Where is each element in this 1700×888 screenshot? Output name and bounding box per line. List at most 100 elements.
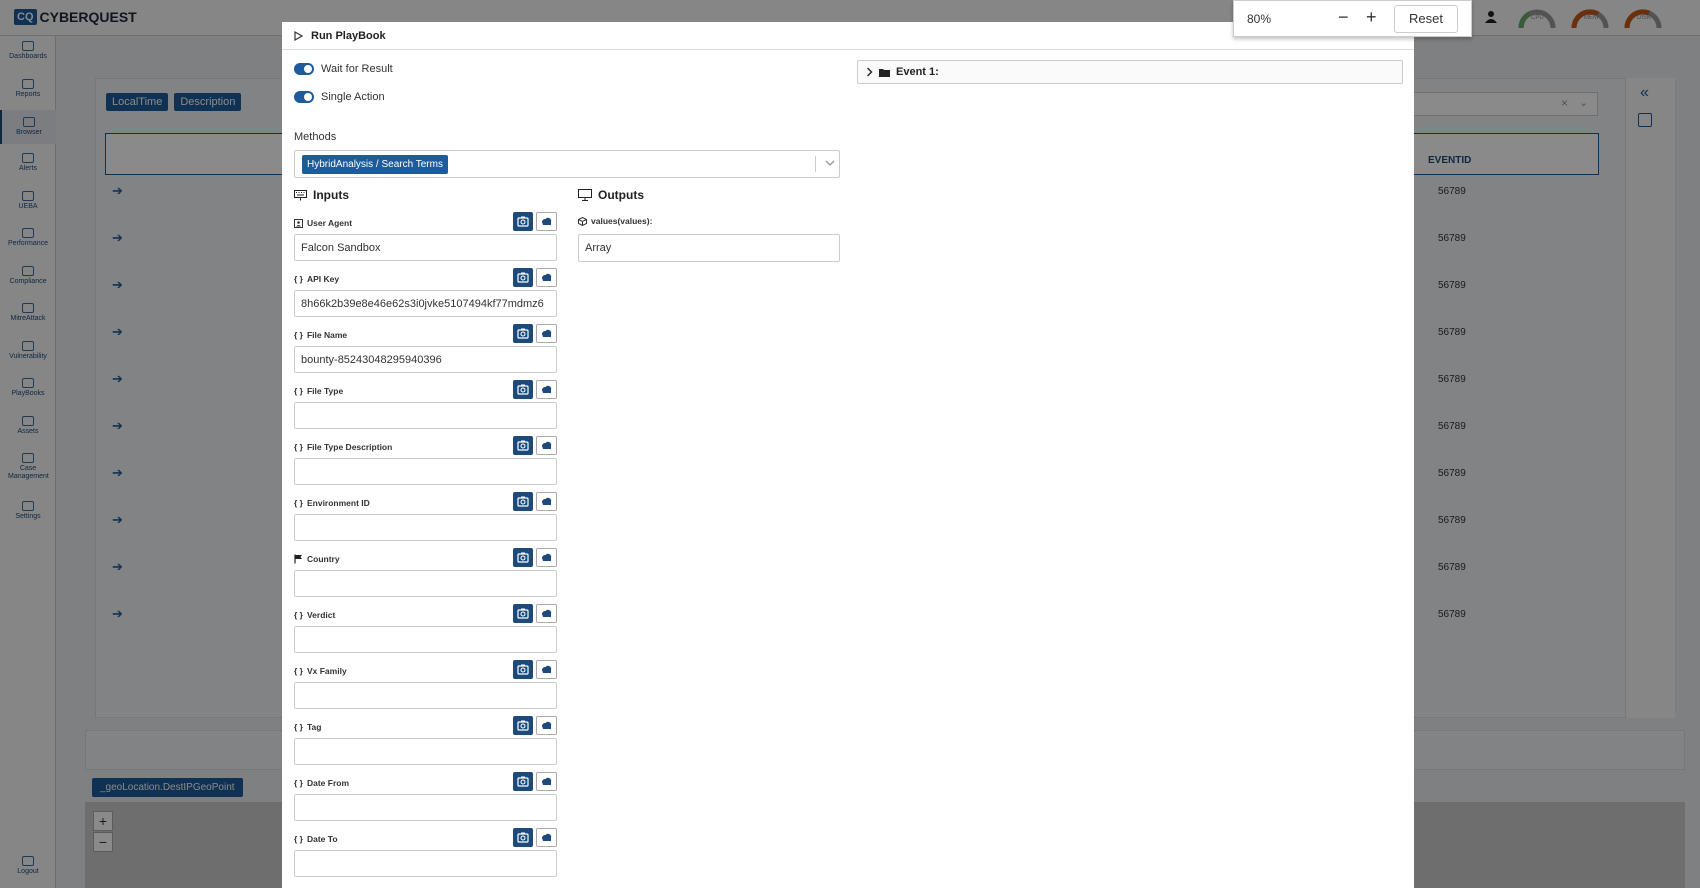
field-snapshot-button[interactable] bbox=[513, 548, 533, 567]
clouds-icon bbox=[542, 553, 552, 561]
verdict-input[interactable] bbox=[294, 626, 557, 653]
tag-input[interactable] bbox=[294, 738, 557, 765]
output-values-field[interactable]: Array bbox=[578, 234, 840, 262]
field-snapshot-button[interactable] bbox=[513, 268, 533, 287]
field-variable-button[interactable] bbox=[536, 772, 557, 791]
field-label: { } Date From bbox=[294, 778, 349, 788]
event-label: Event 1: bbox=[896, 66, 939, 78]
field-label-text: Tag bbox=[306, 722, 322, 732]
single-action-toggle-row[interactable]: Single Action bbox=[294, 91, 385, 103]
environment-id-input[interactable] bbox=[294, 514, 557, 541]
inputs-section-title: Inputs bbox=[294, 188, 349, 202]
field-label-text: API Key bbox=[306, 274, 340, 284]
field-snapshot-button[interactable] bbox=[513, 380, 533, 399]
input-field-country: Country bbox=[294, 548, 557, 604]
method-tag[interactable]: HybridAnalysis / Search Terms bbox=[302, 155, 448, 174]
field-label: Country bbox=[294, 554, 340, 564]
wait-for-result-toggle-row[interactable]: Wait for Result bbox=[294, 63, 393, 75]
field-variable-button[interactable] bbox=[536, 324, 557, 343]
output-label-text: values(values): bbox=[591, 216, 653, 226]
camera-icon bbox=[517, 776, 529, 787]
input-field-api-key: { } API Key 8h66k2b39e8e46e62s3i0jvke5107… bbox=[294, 268, 557, 324]
modal-title: Run PlayBook bbox=[311, 29, 386, 42]
vx-family-input[interactable] bbox=[294, 682, 557, 709]
monitor-icon bbox=[578, 189, 592, 201]
id-card-icon bbox=[294, 218, 303, 228]
flag-icon bbox=[294, 554, 302, 564]
field-variable-button[interactable] bbox=[536, 268, 557, 287]
field-variable-button[interactable] bbox=[536, 548, 557, 567]
user-agent-input[interactable]: Falcon Sandbox bbox=[294, 234, 557, 261]
api-key-input[interactable]: 8h66k2b39e8e46e62s3i0jvke5107494kf77mdmz… bbox=[294, 290, 557, 317]
event-accordion[interactable]: Event 1: bbox=[857, 60, 1403, 84]
field-variable-button[interactable] bbox=[536, 828, 557, 847]
play-icon bbox=[294, 30, 303, 41]
field-label: { } Vx Family bbox=[294, 666, 347, 676]
wait-for-result-label: Wait for Result bbox=[321, 63, 393, 75]
field-label-text: File Type Description bbox=[306, 442, 393, 452]
braces-icon: { } bbox=[294, 386, 303, 396]
field-label-text: Vx Family bbox=[306, 666, 347, 676]
field-variable-button[interactable] bbox=[536, 212, 557, 231]
file-name-input[interactable]: bounty-85243048295940396 bbox=[294, 346, 557, 373]
input-field-user-agent: User Agent Falcon Sandbox bbox=[294, 212, 557, 268]
chevron-down-icon[interactable] bbox=[825, 156, 835, 170]
file-type-input[interactable] bbox=[294, 402, 557, 429]
field-label-text: Date From bbox=[306, 778, 350, 788]
zoom-in-button[interactable]: + bbox=[1366, 7, 1377, 28]
field-variable-button[interactable] bbox=[536, 660, 557, 679]
field-variable-button[interactable] bbox=[536, 380, 557, 399]
cube-icon bbox=[578, 216, 587, 226]
field-snapshot-button[interactable] bbox=[513, 660, 533, 679]
field-snapshot-button[interactable] bbox=[513, 436, 533, 455]
field-snapshot-button[interactable] bbox=[513, 492, 533, 511]
folder-icon bbox=[879, 68, 890, 77]
field-snapshot-button[interactable] bbox=[513, 324, 533, 343]
clouds-icon bbox=[542, 385, 552, 393]
file-type-description-input[interactable] bbox=[294, 458, 557, 485]
single-action-toggle[interactable] bbox=[294, 91, 314, 103]
field-variable-button[interactable] bbox=[536, 436, 557, 455]
input-field-file-name: { } File Name bounty-85243048295940396 bbox=[294, 324, 557, 380]
field-label: { } Verdict bbox=[294, 610, 335, 620]
camera-icon bbox=[517, 720, 529, 731]
clouds-icon bbox=[542, 217, 552, 225]
clouds-icon bbox=[542, 721, 552, 729]
zoom-level: 80% bbox=[1247, 12, 1272, 26]
single-action-label: Single Action bbox=[321, 91, 385, 103]
methods-select[interactable]: HybridAnalysis / Search Terms bbox=[294, 150, 840, 178]
chevron-right-icon[interactable] bbox=[866, 67, 873, 77]
clouds-icon bbox=[542, 777, 552, 785]
field-variable-button[interactable] bbox=[536, 716, 557, 735]
field-variable-button[interactable] bbox=[536, 492, 557, 511]
camera-icon bbox=[517, 608, 529, 619]
date-to-input[interactable] bbox=[294, 850, 557, 877]
braces-icon: { } bbox=[294, 610, 303, 620]
date-from-input[interactable] bbox=[294, 794, 557, 821]
clouds-icon bbox=[542, 833, 552, 841]
field-snapshot-button[interactable] bbox=[513, 828, 533, 847]
camera-icon bbox=[517, 496, 529, 507]
field-label-text: Verdict bbox=[306, 610, 336, 620]
camera-icon bbox=[517, 384, 529, 395]
camera-icon bbox=[517, 272, 529, 283]
wait-for-result-toggle[interactable] bbox=[294, 63, 314, 75]
braces-icon: { } bbox=[294, 442, 303, 452]
input-field-date-to: { } Date To bbox=[294, 828, 557, 884]
field-label: { } Environment ID bbox=[294, 498, 370, 508]
zoom-reset-button[interactable]: Reset bbox=[1394, 5, 1458, 33]
output-label: values(values): bbox=[578, 216, 652, 226]
braces-icon: { } bbox=[294, 666, 303, 676]
field-label-text: Environment ID bbox=[306, 498, 370, 508]
field-variable-button[interactable] bbox=[536, 604, 557, 623]
field-snapshot-button[interactable] bbox=[513, 212, 533, 231]
keyboard-icon bbox=[294, 189, 307, 200]
field-snapshot-button[interactable] bbox=[513, 604, 533, 623]
zoom-out-button[interactable]: − bbox=[1338, 7, 1349, 28]
clouds-icon bbox=[542, 665, 552, 673]
field-snapshot-button[interactable] bbox=[513, 772, 533, 791]
field-label: User Agent bbox=[294, 218, 352, 228]
country-input[interactable] bbox=[294, 570, 557, 597]
field-snapshot-button[interactable] bbox=[513, 716, 533, 735]
field-label: { } Date To bbox=[294, 834, 338, 844]
